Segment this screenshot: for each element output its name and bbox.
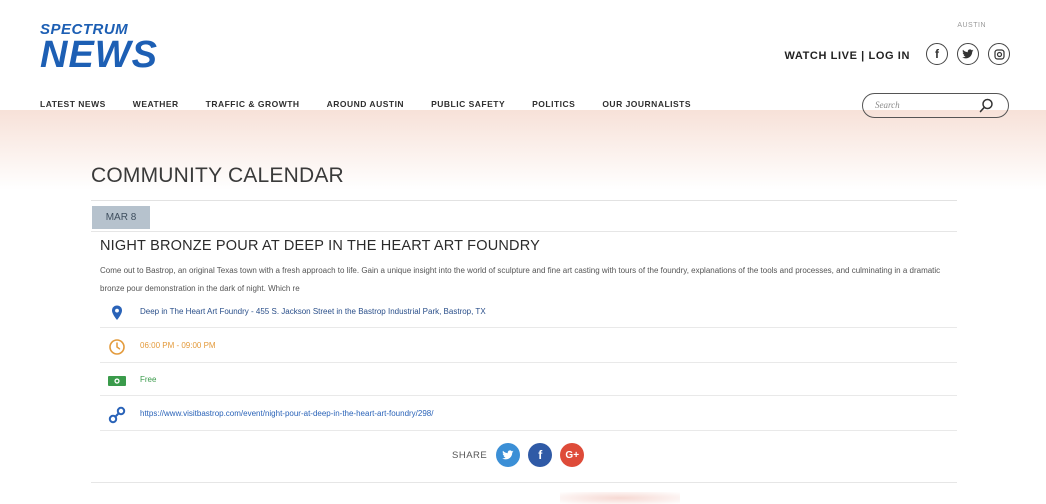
logo-line2: NEWS	[40, 34, 158, 76]
divider	[91, 231, 957, 232]
event-time: 06:00 PM - 09:00 PM	[140, 341, 216, 350]
nav-around-austin[interactable]: AROUND AUSTIN	[327, 99, 405, 109]
divider	[91, 482, 957, 483]
divider	[100, 395, 957, 396]
event-location: Deep in The Heart Art Foundry - 455 S. J…	[140, 307, 486, 316]
event-url-link[interactable]: https://www.visitbastrop.com/event/night…	[140, 409, 433, 418]
event-location-row: Deep in The Heart Art Foundry - 455 S. J…	[108, 299, 954, 327]
nav-public-safety[interactable]: PUBLIC SAFETY	[431, 99, 505, 109]
share-bar: SHARE f G+	[452, 443, 592, 467]
nav-politics[interactable]: POLITICS	[532, 99, 575, 109]
instagram-icon[interactable]	[988, 43, 1010, 65]
google-plus-share-icon[interactable]: G+	[560, 443, 585, 467]
twitter-icon[interactable]	[957, 43, 979, 65]
nav-our-journalists[interactable]: OUR JOURNALISTS	[602, 99, 691, 109]
search-icon[interactable]	[979, 98, 994, 113]
main-nav: LATEST NEWS WEATHER TRAFFIC & GROWTH ARO…	[40, 99, 718, 109]
event-time-row: 06:00 PM - 09:00 PM	[108, 333, 954, 361]
clock-icon	[109, 339, 125, 355]
divider	[91, 200, 957, 201]
footer-shadow	[560, 492, 680, 504]
divider	[100, 430, 957, 431]
event-price-row: Free	[108, 367, 954, 395]
facebook-share-icon[interactable]: f	[528, 443, 553, 467]
watch-live-login-link[interactable]: WATCH LIVE | LOG IN	[785, 50, 911, 62]
money-icon	[108, 376, 126, 386]
nav-latest-news[interactable]: LATEST NEWS	[40, 99, 106, 109]
region-selector[interactable]: AUSTIN	[957, 22, 986, 29]
spectrum-news-logo[interactable]: SPECTRUM NEWS	[40, 22, 158, 76]
link-icon	[108, 406, 126, 424]
nav-weather[interactable]: WEATHER	[133, 99, 179, 109]
event-title[interactable]: NIGHT BRONZE POUR AT DEEP IN THE HEART A…	[100, 238, 540, 254]
search-input[interactable]	[875, 98, 971, 112]
divider	[100, 362, 957, 363]
facebook-icon[interactable]: f	[926, 43, 948, 65]
event-price: Free	[140, 375, 157, 384]
nav-traffic-growth[interactable]: TRAFFIC & GROWTH	[206, 99, 300, 109]
event-link-row: https://www.visitbastrop.com/event/night…	[108, 401, 954, 429]
divider	[100, 327, 957, 328]
share-label: SHARE	[452, 449, 488, 461]
event-date-badge: MAR 8	[92, 206, 150, 229]
twitter-share-icon[interactable]	[496, 443, 521, 467]
page-title: COMMUNITY CALENDAR	[91, 164, 344, 187]
location-pin-icon	[112, 305, 122, 320]
event-description: Come out to Bastrop, an original Texas t…	[100, 266, 941, 293]
header-social-links: f	[926, 43, 1010, 65]
search-box	[862, 93, 1009, 118]
